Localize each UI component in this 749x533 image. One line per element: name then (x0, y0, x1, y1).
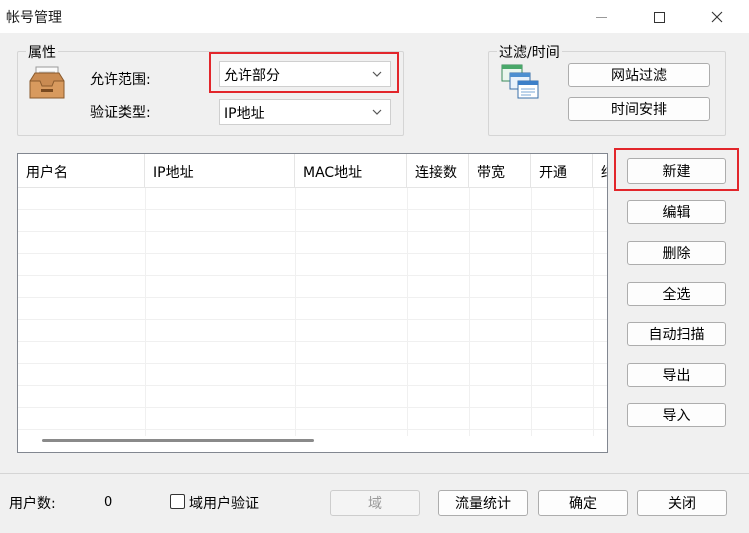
window-title: 帐号管理 (6, 10, 62, 26)
minimize-icon (595, 16, 607, 18)
minimize-button[interactable] (578, 0, 624, 34)
traffic-stats-button[interactable]: 流量统计 (438, 490, 528, 516)
maximize-button[interactable] (636, 0, 682, 34)
schedule-button[interactable]: 时间安排 (568, 97, 710, 121)
column-enabled[interactable]: 开通 (531, 154, 593, 188)
table-row[interactable] (18, 408, 607, 430)
domain-button[interactable]: 域 (330, 490, 420, 516)
user-count-value: 0 (104, 495, 113, 510)
auth-type-select[interactable]: IP地址 (219, 99, 391, 125)
table-row[interactable] (18, 188, 607, 210)
grid-line (531, 188, 532, 436)
chevron-down-icon (372, 109, 382, 115)
close-icon (711, 11, 723, 23)
column-ip-address[interactable]: IP地址 (145, 154, 295, 188)
table-row[interactable] (18, 342, 607, 364)
domain-auth-label[interactable]: 域用户验证 (189, 493, 259, 513)
table-header: 用户名 IP地址 MAC地址 连接数 带宽 开通 结 (18, 154, 607, 188)
column-username[interactable]: 用户名 (18, 154, 145, 188)
column-connections[interactable]: 连接数 (407, 154, 469, 188)
table-row[interactable] (18, 364, 607, 386)
delete-button[interactable]: 删除 (627, 241, 726, 265)
table-row[interactable] (18, 254, 607, 276)
maximize-icon (653, 11, 665, 23)
attributes-group-title: 属性 (26, 42, 58, 62)
ok-button[interactable]: 确定 (538, 490, 628, 516)
filter-time-group-title: 过滤/时间 (497, 42, 562, 62)
domain-auth-checkbox[interactable] (170, 494, 185, 509)
grid-line (469, 188, 470, 436)
close-button[interactable]: 关闭 (637, 490, 727, 516)
allow-scope-highlight (209, 52, 399, 93)
website-filter-button[interactable]: 网站过滤 (568, 63, 710, 87)
table-row[interactable] (18, 276, 607, 298)
column-bandwidth[interactable]: 带宽 (469, 154, 531, 188)
column-end[interactable]: 结 (593, 154, 607, 188)
table-row[interactable] (18, 232, 607, 254)
table-row[interactable] (18, 298, 607, 320)
grid-line (145, 188, 146, 436)
select-all-button[interactable]: 全选 (627, 282, 726, 306)
auto-scan-button[interactable]: 自动扫描 (627, 322, 726, 346)
import-button[interactable]: 导入 (627, 403, 726, 427)
grid-line (593, 188, 594, 436)
table-row[interactable] (18, 320, 607, 342)
edit-button[interactable]: 编辑 (627, 200, 726, 224)
grid-line (407, 188, 408, 436)
windows-stack-icon (501, 64, 539, 99)
allow-scope-label: 允许范围: (90, 72, 151, 88)
export-button[interactable]: 导出 (627, 363, 726, 387)
auth-type-value: IP地址 (224, 106, 265, 122)
user-table[interactable]: 用户名 IP地址 MAC地址 连接数 带宽 开通 结 (17, 153, 608, 453)
auth-type-label: 验证类型: (90, 105, 151, 121)
footer-divider (0, 473, 749, 474)
horizontal-scrollbar[interactable] (42, 439, 314, 442)
table-row[interactable] (18, 386, 607, 408)
column-mac-address[interactable]: MAC地址 (295, 154, 407, 188)
new-button-highlight (614, 148, 739, 191)
close-window-button[interactable] (694, 0, 740, 34)
user-count-label: 用户数: (9, 496, 56, 512)
grid-line (295, 188, 296, 436)
inbox-tray-icon (29, 66, 65, 99)
table-row[interactable] (18, 210, 607, 232)
title-bar: 帐号管理 (0, 0, 749, 34)
